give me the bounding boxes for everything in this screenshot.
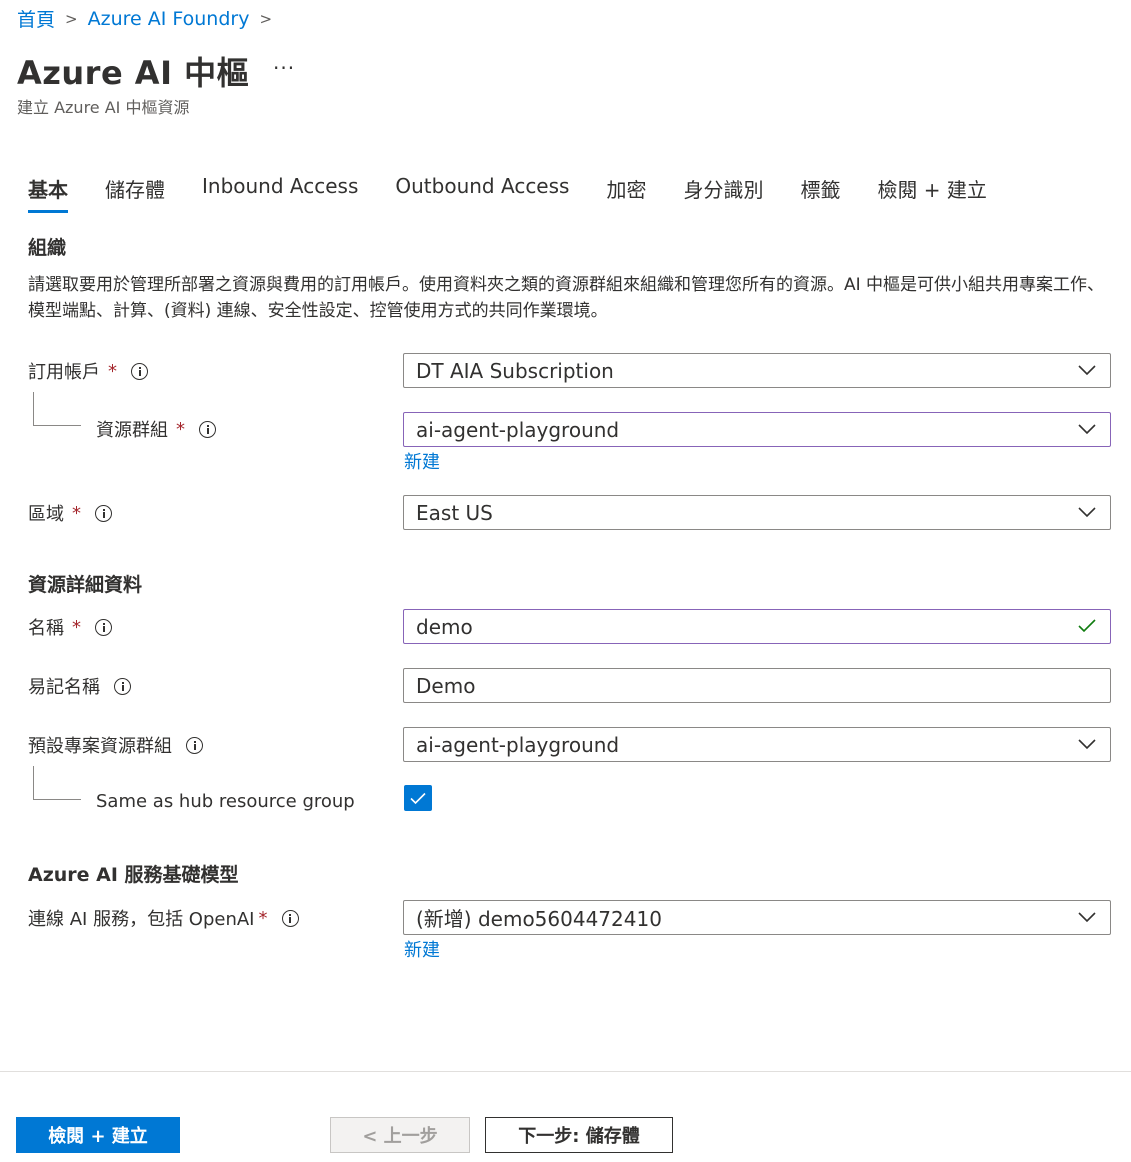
required-marker: *: [176, 418, 185, 440]
connect-ai-services-dropdown[interactable]: (新增) demo5604472410: [403, 900, 1111, 935]
chevron-down-icon: [1078, 912, 1096, 923]
default-project-rg-value: ai-agent-playground: [416, 732, 620, 757]
tab-inbound-access[interactable]: Inbound Access: [202, 174, 358, 213]
same-as-hub-label: Same as hub resource group: [96, 791, 355, 812]
friendly-name-input[interactable]: Demo: [403, 668, 1111, 703]
page-title: Azure AI 中樞: [17, 54, 250, 92]
info-icon[interactable]: [114, 677, 131, 695]
info-icon[interactable]: [95, 618, 112, 636]
wizard-tabs: 基本 儲存體 Inbound Access Outbound Access 加密…: [28, 174, 1024, 213]
default-project-rg-label-text: 預設專案資源群組: [28, 736, 172, 757]
info-icon[interactable]: [281, 909, 299, 927]
required-marker: *: [258, 907, 268, 929]
same-as-hub-checkbox[interactable]: [404, 785, 432, 811]
name-label-text: 名稱: [28, 618, 64, 639]
connect-ai-services-label: 連線 AI 服務，包括 OpenAI *: [28, 905, 299, 931]
required-marker: *: [108, 360, 117, 382]
breadcrumb-home-link[interactable]: 首頁: [17, 5, 55, 32]
tab-encryption[interactable]: 加密: [606, 174, 646, 213]
breadcrumb-foundry-link[interactable]: Azure AI Foundry: [88, 8, 250, 30]
region-label: 區域 *: [28, 500, 112, 526]
required-marker: *: [72, 502, 81, 524]
friendly-name-label: 易記名稱: [28, 673, 131, 699]
friendly-name-label-text: 易記名稱: [28, 677, 100, 698]
review-create-button[interactable]: 檢閱 + 建立: [16, 1117, 180, 1153]
name-label: 名稱 *: [28, 614, 112, 640]
region-dropdown[interactable]: East US: [403, 495, 1111, 530]
tab-review-create[interactable]: 檢閱 + 建立: [877, 174, 986, 213]
chevron-down-icon: [1078, 424, 1096, 435]
tree-connector: [33, 392, 81, 426]
connect-ai-services-value: (新增) demo5604472410: [416, 907, 662, 931]
region-value: East US: [416, 500, 493, 525]
tab-tags[interactable]: 標籤: [800, 174, 840, 213]
footer-divider: [0, 1071, 1131, 1072]
subscription-label: 訂用帳戶 *: [28, 358, 148, 384]
section-title-ai-services: Azure AI 服務基礎模型: [28, 864, 239, 886]
section-title-resource-details: 資源詳細資料: [28, 574, 143, 596]
default-project-rg-label: 預設專案資源群組: [28, 732, 203, 758]
chevron-down-icon: [1078, 739, 1096, 750]
tab-storage[interactable]: 儲存體: [105, 174, 165, 213]
required-marker: *: [72, 616, 81, 638]
next-storage-button[interactable]: 下一步: 儲存體: [485, 1117, 673, 1153]
create-new-ai-service-link[interactable]: 新建: [404, 936, 440, 962]
connect-ai-services-label-text: 連線 AI 服務，包括 OpenAI: [28, 909, 255, 930]
more-options-button[interactable]: ···: [273, 56, 295, 80]
region-label-text: 區域: [28, 504, 64, 525]
page-subtitle: 建立 Azure AI 中樞資源: [17, 98, 190, 117]
tree-connector: [33, 766, 81, 800]
friendly-name-value: Demo: [416, 673, 476, 698]
breadcrumb: 首頁 > Azure AI Foundry >: [17, 5, 282, 32]
same-as-hub-label-text: Same as hub resource group: [96, 791, 355, 812]
info-icon[interactable]: [186, 736, 203, 754]
resource-group-dropdown[interactable]: ai-agent-playground: [403, 412, 1111, 447]
chevron-right-icon: >: [65, 9, 78, 28]
previous-button[interactable]: < 上一步: [330, 1117, 470, 1153]
name-input[interactable]: demo: [403, 609, 1111, 644]
chevron-down-icon: [1078, 507, 1096, 518]
create-new-resource-group-link[interactable]: 新建: [404, 448, 440, 474]
info-icon[interactable]: [199, 420, 216, 438]
chevron-right-icon: >: [259, 9, 273, 28]
tab-basics[interactable]: 基本: [28, 174, 68, 213]
name-value: demo: [416, 614, 473, 639]
subscription-dropdown[interactable]: DT AIA Subscription: [403, 353, 1111, 388]
subscription-value: DT AIA Subscription: [416, 358, 614, 383]
tab-identity[interactable]: 身分識別: [683, 174, 763, 213]
chevron-down-icon: [1078, 365, 1096, 376]
tab-outbound-access[interactable]: Outbound Access: [395, 174, 569, 213]
checkmark-icon: [1078, 619, 1096, 633]
section-title-organization: 組織: [28, 237, 67, 259]
checkmark-icon: [410, 792, 426, 804]
organization-description: 請選取要用於管理所部署之資源與費用的訂用帳戶。使用資料夾之類的資源群組來組織和管…: [28, 275, 1105, 321]
subscription-label-text: 訂用帳戶: [28, 362, 100, 383]
resource-group-label: 資源群組 *: [96, 416, 216, 442]
resource-group-value: ai-agent-playground: [416, 417, 620, 442]
info-icon[interactable]: [95, 504, 112, 522]
resource-group-label-text: 資源群組: [96, 420, 168, 441]
info-icon[interactable]: [131, 362, 148, 380]
default-project-rg-dropdown[interactable]: ai-agent-playground: [403, 727, 1111, 762]
